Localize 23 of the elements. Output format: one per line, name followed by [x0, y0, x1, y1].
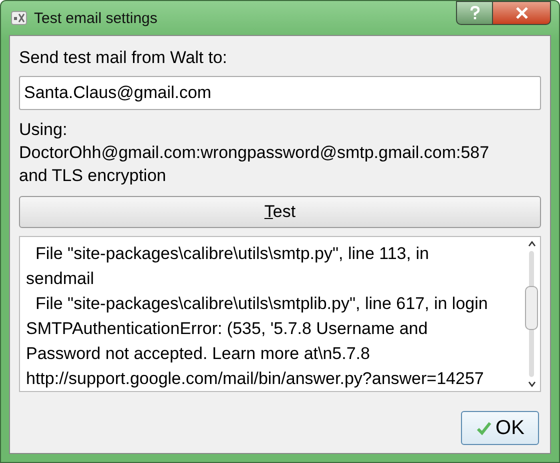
account-text: DoctorOhh@gmail.com:wrongpassword@smtp.gmail.com:587 [19, 142, 490, 164]
close-icon [514, 7, 528, 19]
log-line: File "site-packages\calibre\utils\smtplib.py", line 617, in login [34, 293, 489, 315]
prompt-label: Send test mail from Walt to: [19, 48, 228, 68]
log-line: sendmail [26, 268, 96, 290]
scroll-down-icon[interactable] [528, 381, 536, 387]
log-line: http://support.google.com/mail/bin/answer.py?answer=14257 [26, 368, 485, 390]
help-button[interactable] [456, 1, 493, 25]
log-line: Password not accepted. Learn more at\n5.7.8 [26, 343, 371, 365]
account-text: Using: [19, 119, 68, 141]
tools-icon [11, 11, 27, 25]
account-text: and TLS encryption [19, 165, 168, 187]
ok-button[interactable]: OK [461, 411, 539, 445]
test-button[interactable]: Test [19, 196, 541, 228]
window-title: Test email settings [34, 10, 158, 26]
log-line: SMTPAuthenticationError: (535, '5.7.8 Username and [26, 318, 429, 340]
log-line: File "site-packages\calibre\utils\smtp.py", line 113, in [34, 243, 430, 265]
recipient-field[interactable]: Santa.Claus@gmail.com [19, 76, 541, 110]
scroll-thumb[interactable] [525, 286, 538, 330]
scroll-up-icon[interactable] [528, 241, 536, 247]
checkmark-icon [476, 420, 492, 436]
help-icon [468, 6, 480, 20]
close-button[interactable] [493, 1, 551, 25]
